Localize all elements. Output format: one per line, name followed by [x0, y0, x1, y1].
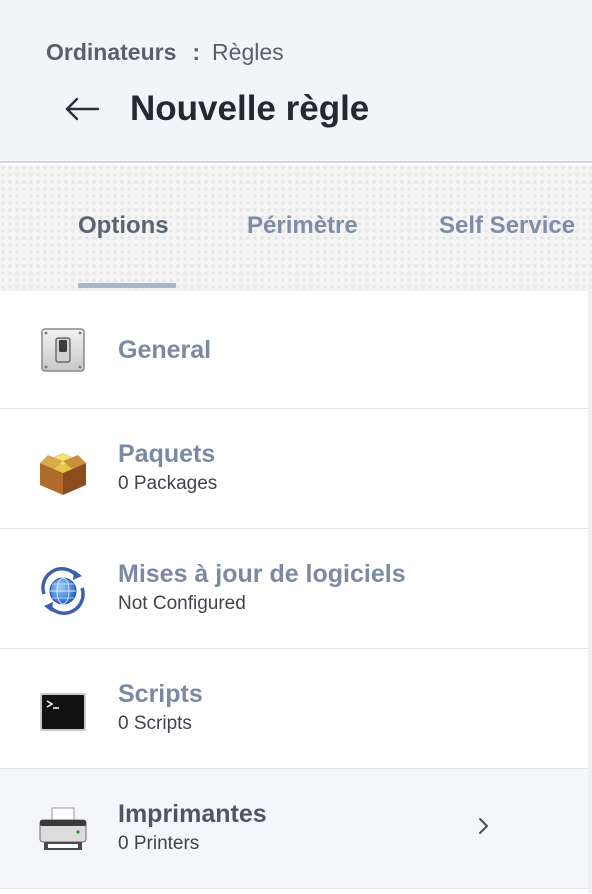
list-item-imprimantes[interactable]: Imprimantes 0 Printers — [0, 769, 588, 889]
package-box-icon — [40, 453, 86, 495]
tab-selected-indicator — [78, 283, 176, 288]
breadcrumb-current: Règles — [212, 39, 284, 65]
list-item-title: Imprimantes — [118, 800, 267, 828]
back-button[interactable] — [62, 94, 102, 124]
list-item-title: General — [118, 336, 212, 364]
breadcrumb-separator: : — [192, 39, 201, 65]
arrow-left-icon — [65, 97, 100, 121]
list-item-subtitle: 0 Scripts — [118, 713, 192, 734]
breadcrumb: Ordinateurs: Règles — [46, 38, 284, 66]
list-item-paquets[interactable]: Paquets 0 Packages — [0, 409, 588, 529]
list-item-software-updates[interactable]: Mises à jour de logiciels Not Configured — [0, 529, 588, 649]
list-item-title: Scripts — [118, 680, 203, 708]
software-update-globe-icon — [41, 567, 85, 615]
tab-options[interactable]: Options — [78, 211, 169, 241]
list-item-subtitle: 0 Packages — [118, 473, 218, 494]
page-header: Ordinateurs: Règles Nouvelle règle — [0, 0, 592, 163]
chevron-right-icon — [479, 818, 488, 834]
options-list: General Paquets 0 Packages Mises à jour … — [0, 291, 588, 889]
tab-self-service[interactable]: Self Service — [439, 211, 575, 241]
tab-perimetre[interactable]: Périmètre — [247, 211, 358, 241]
list-right-border — [588, 291, 592, 894]
terminal-icon — [40, 693, 86, 731]
list-item-scripts[interactable]: Scripts 0 Scripts — [0, 649, 588, 769]
page-title: Nouvelle règle — [130, 89, 370, 128]
list-item-subtitle: 0 Printers — [118, 833, 200, 854]
list-item-title: Mises à jour de logiciels — [118, 560, 406, 588]
list-item-general[interactable]: General — [0, 291, 588, 409]
switch-icon — [41, 328, 85, 372]
printer-icon — [39, 807, 87, 850]
list-item-title: Paquets — [118, 440, 216, 468]
tab-bar: Options Périmètre Self Service — [0, 165, 592, 289]
list-item-subtitle: Not Configured — [118, 593, 246, 614]
breadcrumb-root-link[interactable]: Ordinateurs — [46, 39, 176, 65]
